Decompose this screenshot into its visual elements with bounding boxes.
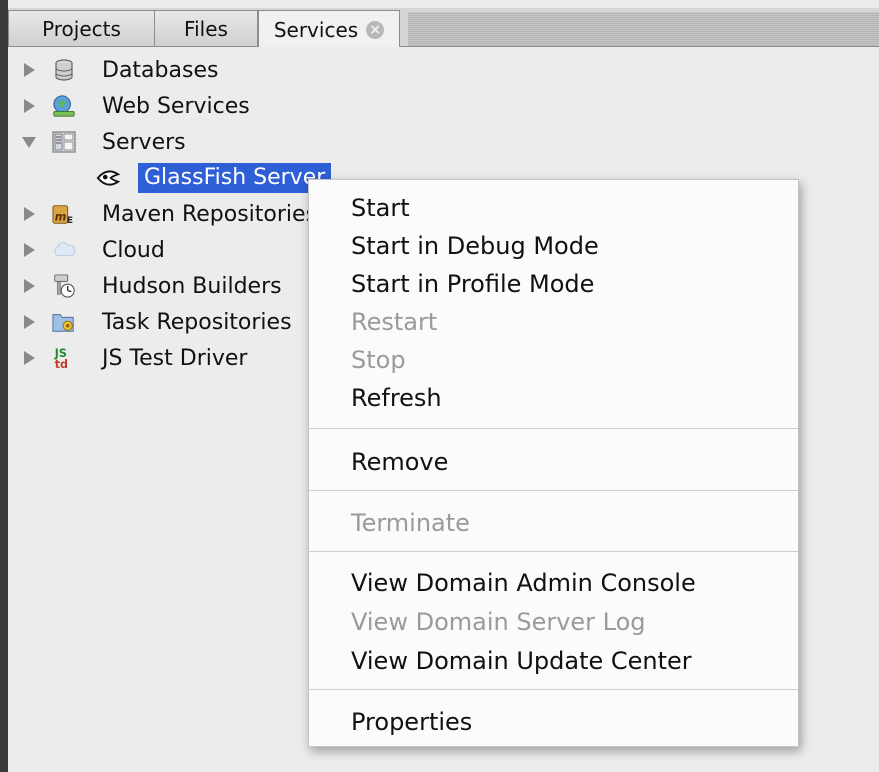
- tree-item-label: Web Services: [102, 93, 250, 119]
- expand-arrow-icon[interactable]: [24, 243, 35, 257]
- tab-services[interactable]: Services ×: [258, 10, 400, 48]
- tab-services-label: Services: [273, 17, 359, 42]
- tree-item-servers[interactable]: Servers: [8, 124, 308, 160]
- menu-item-start-profile[interactable]: Start in Profile Mode: [351, 270, 594, 298]
- tab-projects-label: Projects: [42, 16, 121, 41]
- tab-projects[interactable]: Projects: [8, 10, 155, 46]
- servers-icon: [52, 130, 76, 154]
- menu-item-start-debug[interactable]: Start in Debug Mode: [351, 232, 599, 260]
- menu-item-view-server-log: View Domain Server Log: [351, 608, 646, 636]
- glassfish-icon: [96, 166, 120, 190]
- close-icon[interactable]: ×: [366, 20, 385, 39]
- tree-item-cloud[interactable]: Cloud: [8, 232, 308, 268]
- tree-item-web-services[interactable]: Web Services: [8, 88, 308, 124]
- svg-text:E: E: [67, 215, 73, 226]
- expand-arrow-icon[interactable]: [24, 63, 35, 77]
- services-window: Projects Files Services × Databases Web …: [0, 0, 879, 772]
- expand-arrow-icon[interactable]: [24, 315, 35, 329]
- tree-item-glassfish-server[interactable]: GlassFish Server: [8, 160, 338, 196]
- tab-bar-filler: [408, 12, 879, 46]
- collapse-arrow-icon[interactable]: [22, 136, 36, 148]
- expand-arrow-icon[interactable]: [24, 279, 35, 293]
- menu-item-properties[interactable]: Properties: [351, 708, 472, 736]
- menu-separator: [309, 551, 798, 552]
- tree-item-task-repositories[interactable]: Task Repositories: [8, 304, 308, 340]
- tree-item-maven-repositories[interactable]: m E Maven Repositories: [8, 196, 317, 232]
- tab-bar: Projects Files Services ×: [8, 8, 879, 48]
- menu-item-stop: Stop: [351, 346, 406, 374]
- context-menu: Start Start in Debug Mode Start in Profi…: [308, 179, 799, 747]
- hudson-icon: [52, 274, 76, 298]
- menu-item-view-admin-console[interactable]: View Domain Admin Console: [351, 569, 696, 597]
- tree-item-label: Task Repositories: [102, 309, 292, 335]
- tab-files-label: Files: [184, 16, 228, 41]
- tree-item-label: Databases: [102, 57, 219, 83]
- tab-files[interactable]: Files: [154, 10, 258, 46]
- tree-item-label: Cloud: [102, 237, 165, 263]
- menu-separator: [309, 490, 798, 491]
- tree-item-label: Hudson Builders: [102, 273, 282, 299]
- expand-arrow-icon[interactable]: [24, 207, 35, 221]
- menu-item-refresh[interactable]: Refresh: [351, 384, 442, 412]
- expand-arrow-icon[interactable]: [24, 99, 35, 113]
- window-edge: [0, 0, 8, 772]
- svg-text:m: m: [55, 210, 67, 223]
- database-icon: [52, 58, 76, 82]
- menu-separator: [309, 428, 798, 429]
- cloud-icon: [52, 238, 76, 262]
- menu-item-view-update-center[interactable]: View Domain Update Center: [351, 647, 692, 675]
- menu-item-remove[interactable]: Remove: [351, 448, 448, 476]
- tree-item-label: JS Test Driver: [102, 345, 248, 371]
- maven-icon: m E: [52, 202, 76, 226]
- tree-item-label: Maven Repositories: [102, 201, 318, 227]
- tree-item-js-test-driver[interactable]: JS td JS Test Driver: [8, 340, 308, 376]
- tree-item-label: Servers: [102, 129, 186, 155]
- tree-item-label: GlassFish Server: [138, 163, 332, 193]
- menu-item-restart: Restart: [351, 308, 438, 336]
- menu-item-start[interactable]: Start: [351, 194, 410, 222]
- menu-item-terminate: Terminate: [351, 509, 470, 537]
- web-services-icon: [52, 94, 76, 118]
- tree-item-databases[interactable]: Databases: [8, 52, 308, 88]
- tree-item-hudson-builders[interactable]: Hudson Builders: [8, 268, 308, 304]
- js-test-driver-icon: JS td: [52, 346, 76, 371]
- svg-text:td: td: [55, 358, 68, 371]
- expand-arrow-icon[interactable]: [24, 351, 35, 365]
- task-repository-icon: [52, 310, 76, 334]
- menu-separator: [309, 689, 798, 690]
